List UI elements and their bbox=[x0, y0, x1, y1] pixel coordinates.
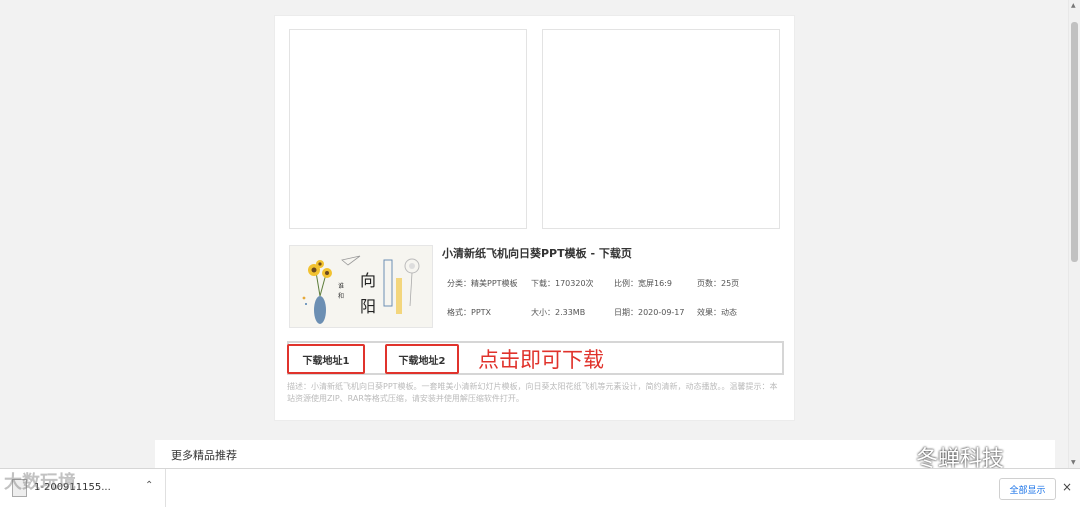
meta-downloads: 下载：170320次 bbox=[531, 279, 594, 288]
download-bar: 下载地址1 下载地址2 点击即可下载 bbox=[287, 341, 784, 375]
product-title: 小清新纸飞机向日葵PPT模板 - 下载页 bbox=[442, 247, 632, 260]
download-link-1-button[interactable]: 下载地址1 bbox=[287, 344, 365, 374]
meta-format: 格式：PPTX bbox=[447, 308, 492, 317]
meta-date: 日期：2020-09-17 bbox=[614, 308, 685, 317]
meta-category: 分类：精美PPT模板 bbox=[447, 279, 518, 288]
more-recommendations-title: 更多精品推荐 bbox=[171, 449, 237, 462]
meta-pages: 页数：25页 bbox=[697, 279, 740, 288]
sunflower-thumbnail-image: 谁 和 向 阳 bbox=[290, 246, 432, 327]
meta-size: 大小：2.33MB bbox=[531, 308, 586, 317]
description-text: 描述：小清新纸飞机向日葵PPT模板。一套唯美小清新幻灯片模板，向日葵太阳花纸飞机… bbox=[287, 382, 778, 403]
meta-ratio: 比例：宽屏16:9 bbox=[614, 279, 672, 288]
ppt-thumbnail[interactable]: 谁 和 向 阳 bbox=[289, 245, 433, 328]
click-to-download-annotation: 点击即可下载 bbox=[478, 348, 604, 372]
bottom-left-watermark: 大数玩境 bbox=[4, 472, 76, 493]
thumb-char-1: 向 bbox=[360, 271, 376, 290]
svg-text:谁: 谁 bbox=[338, 282, 344, 290]
thumb-char-2: 阳 bbox=[360, 297, 376, 316]
scroll-up-arrow-icon[interactable]: ▲ bbox=[1071, 2, 1076, 9]
download-card: 谁 和 向 阳 小清新纸飞机向日葵PPT模板 - 下载页 分类：精美PPT模板 … bbox=[274, 15, 795, 421]
page-scrollbar[interactable]: ▲ ▼ bbox=[1068, 0, 1080, 468]
ad-placeholder-left[interactable] bbox=[289, 29, 527, 229]
scroll-down-arrow-icon[interactable]: ▼ bbox=[1071, 459, 1076, 466]
download-link-2-button[interactable]: 下载地址2 bbox=[385, 344, 459, 374]
wechat-icon bbox=[880, 445, 909, 468]
svg-text:和: 和 bbox=[338, 292, 344, 300]
close-icon[interactable]: × bbox=[1062, 480, 1072, 494]
meta-effect: 效果：动态 bbox=[697, 308, 737, 317]
show-all-downloads-button[interactable]: 全部显示 bbox=[999, 478, 1056, 500]
scrollbar-thumb[interactable] bbox=[1071, 22, 1078, 262]
download-shelf: 1-200911155... ⌃ 全部显示 × bbox=[0, 468, 1080, 507]
chevron-up-icon[interactable]: ⌃ bbox=[145, 480, 153, 491]
ad-placeholder-right[interactable] bbox=[542, 29, 780, 229]
